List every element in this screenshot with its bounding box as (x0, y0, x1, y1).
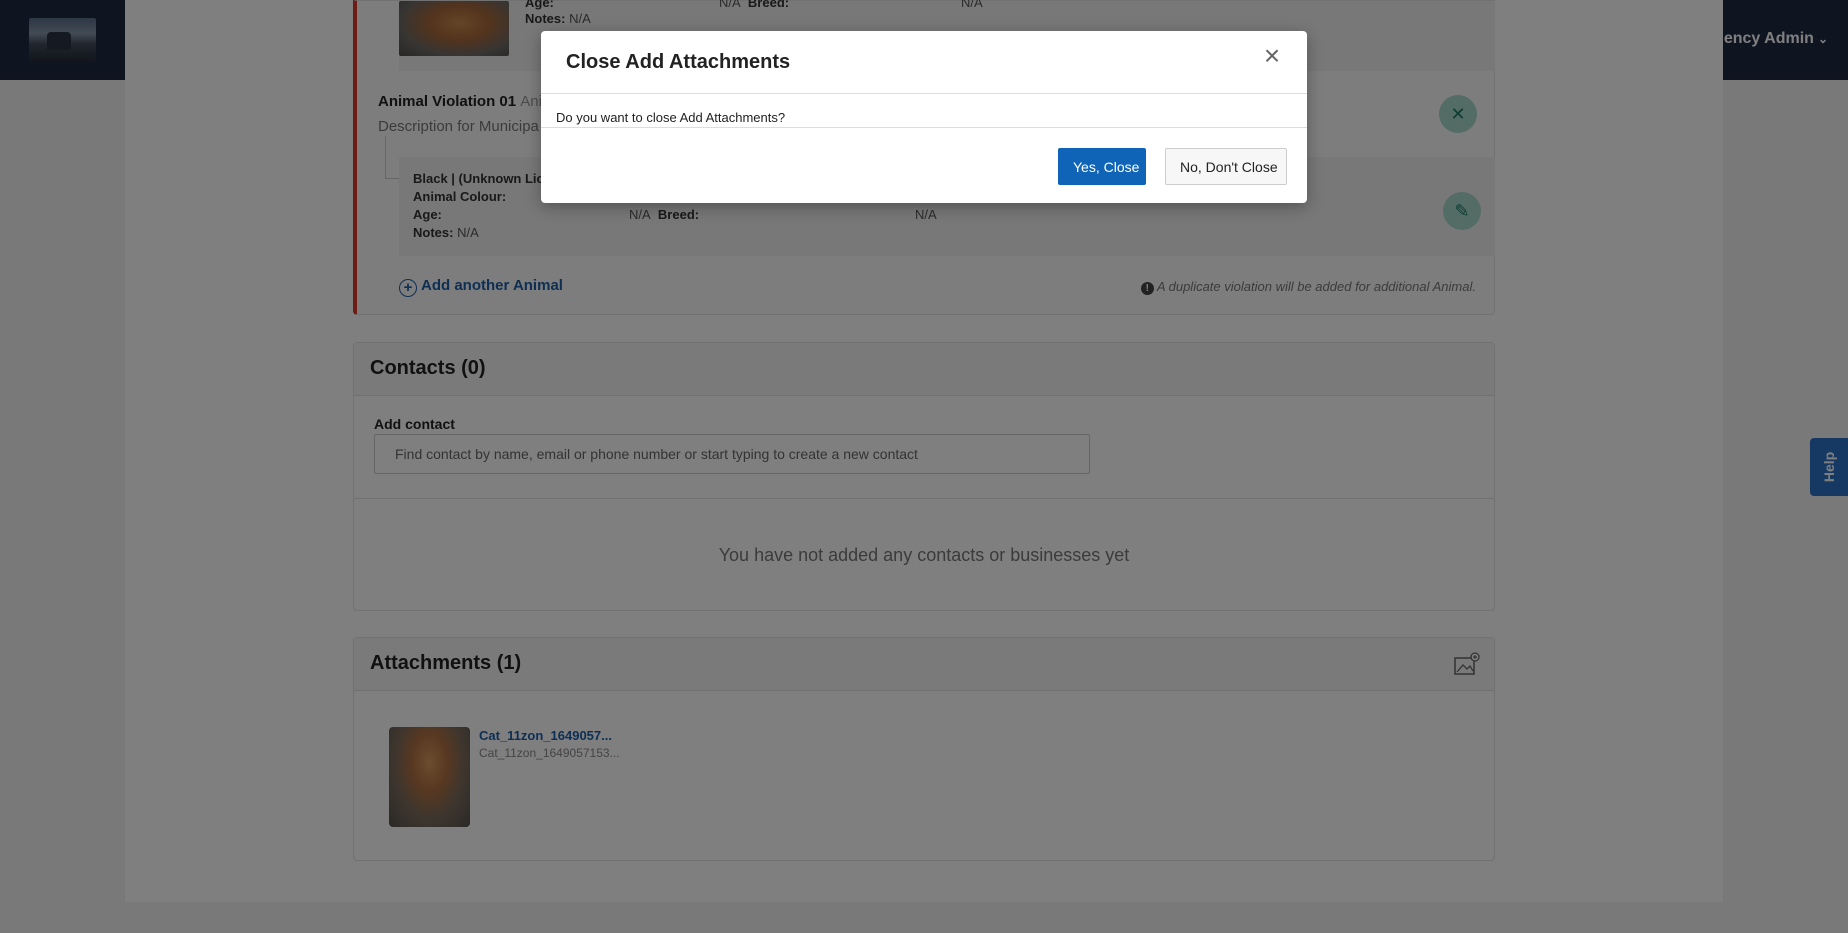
yes-close-button[interactable]: Yes, Close (1058, 148, 1146, 185)
no-dont-close-button[interactable]: No, Don't Close (1165, 148, 1287, 185)
dialog-title: Close Add Attachments (566, 51, 791, 73)
dialog-divider (541, 127, 1307, 128)
dialog-message: Do you want to close Add Attachments? (556, 110, 786, 125)
close-icon[interactable]: × (1259, 42, 1285, 70)
dialog-header: Close Add Attachments × (541, 31, 1307, 94)
close-confirmation-dialog: Close Add Attachments × Do you want to c… (541, 31, 1307, 203)
